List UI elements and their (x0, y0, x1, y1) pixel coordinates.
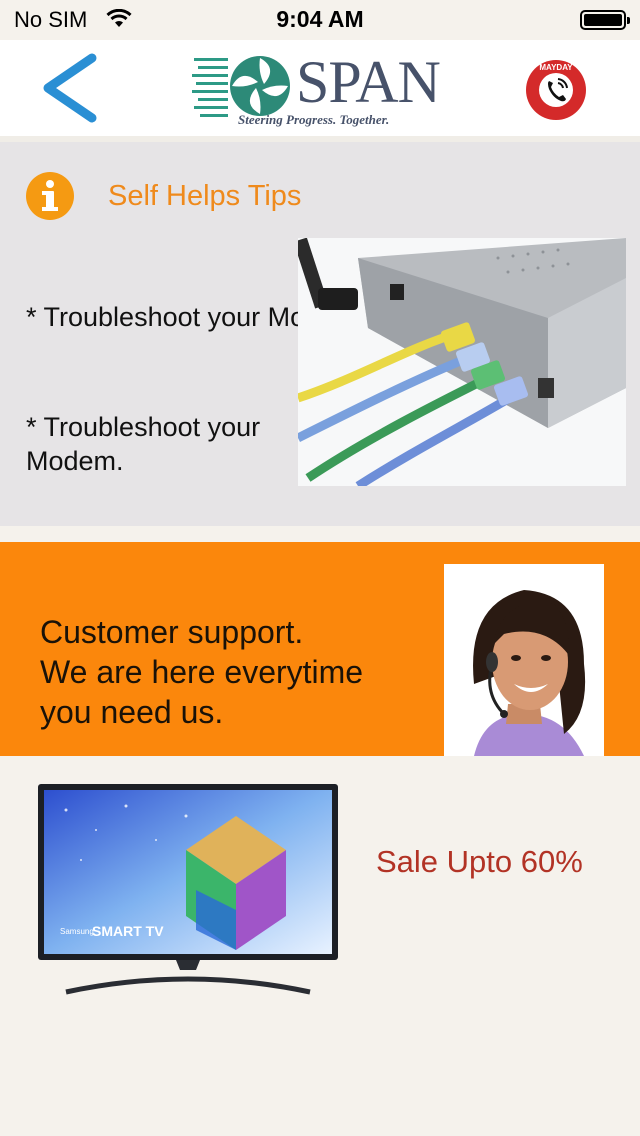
support-agent-image (444, 564, 604, 756)
sale-text: Sale Upto 60% (376, 844, 583, 879)
battery-icon (580, 10, 630, 30)
logo-wordmark: SPAN (296, 49, 441, 115)
sale-banner[interactable]: Samsung SMART TV Sale Upto 60% (0, 756, 640, 1018)
tv-logo-text: SMART TV (92, 923, 164, 939)
mayday-phone-icon: MAYDAY (526, 60, 586, 120)
smart-tv-image: Samsung SMART TV (38, 784, 338, 995)
self-help-section[interactable]: Self Helps Tips * Troubleshoot your Mode… (0, 142, 640, 526)
support-line-1: Customer support. (40, 614, 304, 650)
router-image (298, 238, 626, 486)
logo-tagline: Steering Progress. Together. (238, 112, 390, 127)
span-logo: SPAN Steering Progress. Together. (182, 40, 460, 136)
info-icon (26, 172, 74, 220)
support-text: Customer support. We are here everytime … (40, 612, 420, 732)
status-bar: No SIM 9:04 AM (0, 0, 640, 40)
support-line-2: We are here everytime you need us. (40, 654, 364, 730)
app-header: SPAN Steering Progress. Together. MAYDAY (0, 40, 640, 136)
self-help-title: Self Helps Tips (108, 180, 302, 212)
mayday-button[interactable]: MAYDAY (524, 58, 588, 122)
mayday-badge-text: MAYDAY (539, 63, 573, 72)
customer-support-banner[interactable]: Customer support. We are here everytime … (0, 542, 640, 756)
back-button[interactable] (30, 50, 110, 126)
chevron-left-icon (43, 53, 97, 123)
tip-item-troubleshoot-2[interactable]: * Troubleshoot your Modem. (26, 410, 296, 478)
tv-brand-text: Samsung (60, 927, 94, 936)
tip-item-troubleshoot-1[interactable]: * Troubleshoot your Modem. (26, 300, 308, 334)
section-spacer (0, 526, 640, 542)
clock: 9:04 AM (276, 6, 364, 32)
